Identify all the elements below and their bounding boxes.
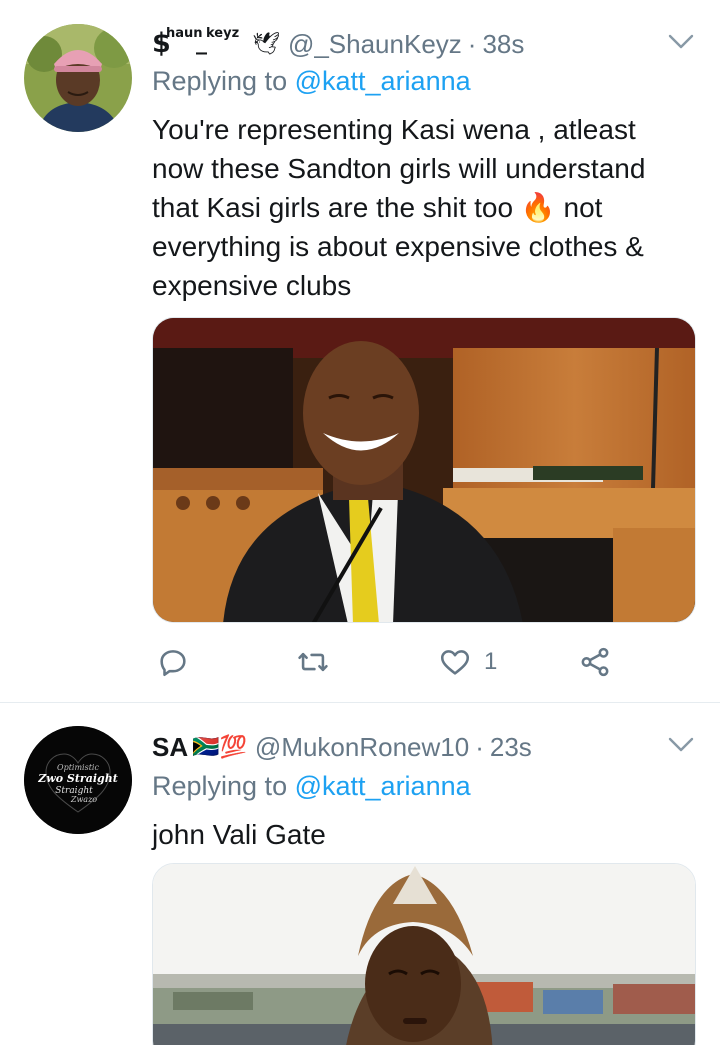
- share-button[interactable]: [578, 640, 612, 684]
- mention-link[interactable]: @katt_arianna: [295, 771, 471, 801]
- share-icon: [581, 647, 609, 677]
- chevron-down-icon[interactable]: [666, 733, 696, 757]
- tweet-text: john Vali Gate: [152, 819, 326, 850]
- avatar-graphic: Optimistic Zwo Straight Straight Zwazo: [24, 726, 132, 834]
- tweet-media-image[interactable]: [152, 863, 696, 1045]
- replying-to: Replying to @katt_arianna: [152, 66, 471, 96]
- display-name[interactable]: $ haun _ keyz 🕊: [152, 24, 280, 64]
- avatar-text-1: Optimistic: [57, 763, 99, 772]
- replying-to: Replying to @katt_arianna: [152, 771, 471, 801]
- reply-button[interactable]: [156, 640, 190, 684]
- tweet-text: You're representing Kasi wena , atleast …: [152, 114, 646, 301]
- avatar[interactable]: [24, 24, 132, 132]
- tweet-media-image[interactable]: [152, 317, 696, 623]
- dove-emoji: 🕊: [252, 31, 280, 56]
- display-name[interactable]: SA 🇿🇦💯: [152, 732, 247, 763]
- like-count: 1: [484, 648, 498, 675]
- tweet-header: SA 🇿🇦💯 @MukonRonew10 · 23s: [152, 727, 696, 767]
- separator-dot: ·: [475, 731, 484, 762]
- avatar[interactable]: Optimistic Zwo Straight Straight Zwazo: [24, 726, 132, 834]
- avatar-text-4: Zwazo: [70, 795, 97, 804]
- media-photo: [153, 864, 695, 1045]
- tweet-card[interactable]: $ haun _ keyz 🕊 @_ShaunKeyz · 38s Replyi…: [0, 0, 720, 702]
- timestamp[interactable]: 23s: [490, 732, 532, 763]
- media-photo: [153, 318, 695, 622]
- user-handle[interactable]: @MukonRonew10: [255, 732, 469, 763]
- flag-hundred-emoji: 🇿🇦💯: [192, 734, 247, 759]
- reply-icon: [160, 650, 186, 677]
- user-handle[interactable]: @_ShaunKeyz: [288, 29, 462, 60]
- avatar-text-2: Zwo Straight: [37, 772, 118, 785]
- tweet-card[interactable]: Optimistic Zwo Straight Straight Zwazo S…: [0, 703, 720, 1045]
- separator-dot: ·: [467, 28, 477, 59]
- mention-link[interactable]: @katt_arianna: [295, 66, 471, 96]
- retweet-icon: [298, 652, 328, 672]
- tweet-header: $ haun _ keyz 🕊 @_ShaunKeyz · 38s: [152, 24, 696, 64]
- heart-icon: [440, 650, 470, 675]
- tweet-actions: 1: [152, 640, 696, 684]
- like-button[interactable]: 1: [438, 640, 497, 684]
- avatar-photo: [24, 24, 132, 132]
- timestamp[interactable]: 38s: [482, 29, 524, 60]
- retweet-button[interactable]: [296, 640, 330, 684]
- chevron-down-icon[interactable]: [666, 30, 696, 54]
